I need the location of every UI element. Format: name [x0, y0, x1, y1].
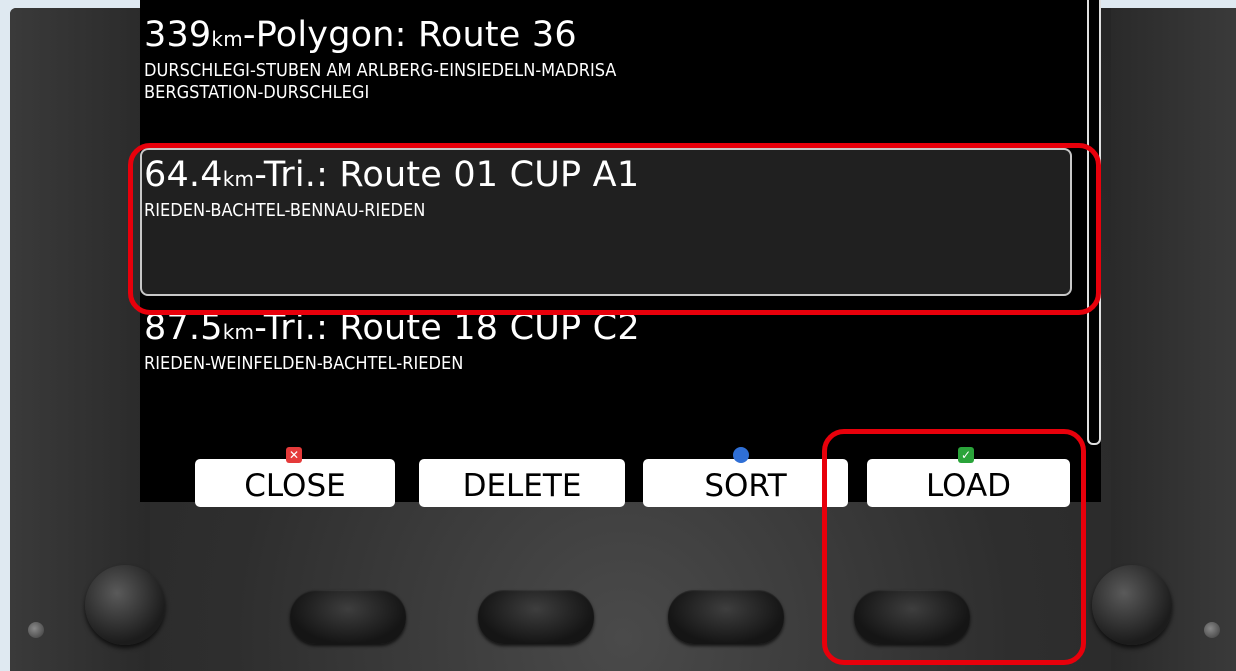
- route-item[interactable]: 87.5km-Tri.: Route 18 CUP C2 RIEDEN-WEIN…: [144, 307, 1074, 375]
- screw-icon: [1204, 622, 1220, 638]
- route-description: RIEDEN-WEINFELDEN-BACHTEL-RIEDEN: [144, 353, 464, 374]
- hardware-button-3[interactable]: [668, 590, 784, 644]
- route-title: 339km-Polygon: Route 36: [144, 15, 577, 55]
- sort-dot-icon: [733, 447, 749, 463]
- close-button[interactable]: CLOSE: [195, 459, 395, 507]
- close-x-icon: ✕: [286, 447, 302, 463]
- route-item[interactable]: 339km-Polygon: Route 36 DURSCHLEGI-STUBE…: [144, 14, 1074, 104]
- sort-button[interactable]: SORT: [643, 459, 848, 507]
- hardware-button-1[interactable]: [290, 590, 406, 644]
- annotation-highlight-load: [822, 429, 1086, 665]
- left-rotary-knob[interactable]: [85, 565, 165, 645]
- route-description: BERGSTATION-DURSCHLEGI: [144, 82, 370, 103]
- delete-button[interactable]: DELETE: [419, 459, 625, 507]
- hardware-button-2[interactable]: [478, 590, 594, 644]
- right-rotary-knob[interactable]: [1092, 565, 1172, 645]
- route-description: DURSCHLEGI-STUBEN AM ARLBERG-EINSIEDELN-…: [144, 60, 617, 81]
- screw-icon: [28, 622, 44, 638]
- annotation-highlight-route: [128, 143, 1101, 315]
